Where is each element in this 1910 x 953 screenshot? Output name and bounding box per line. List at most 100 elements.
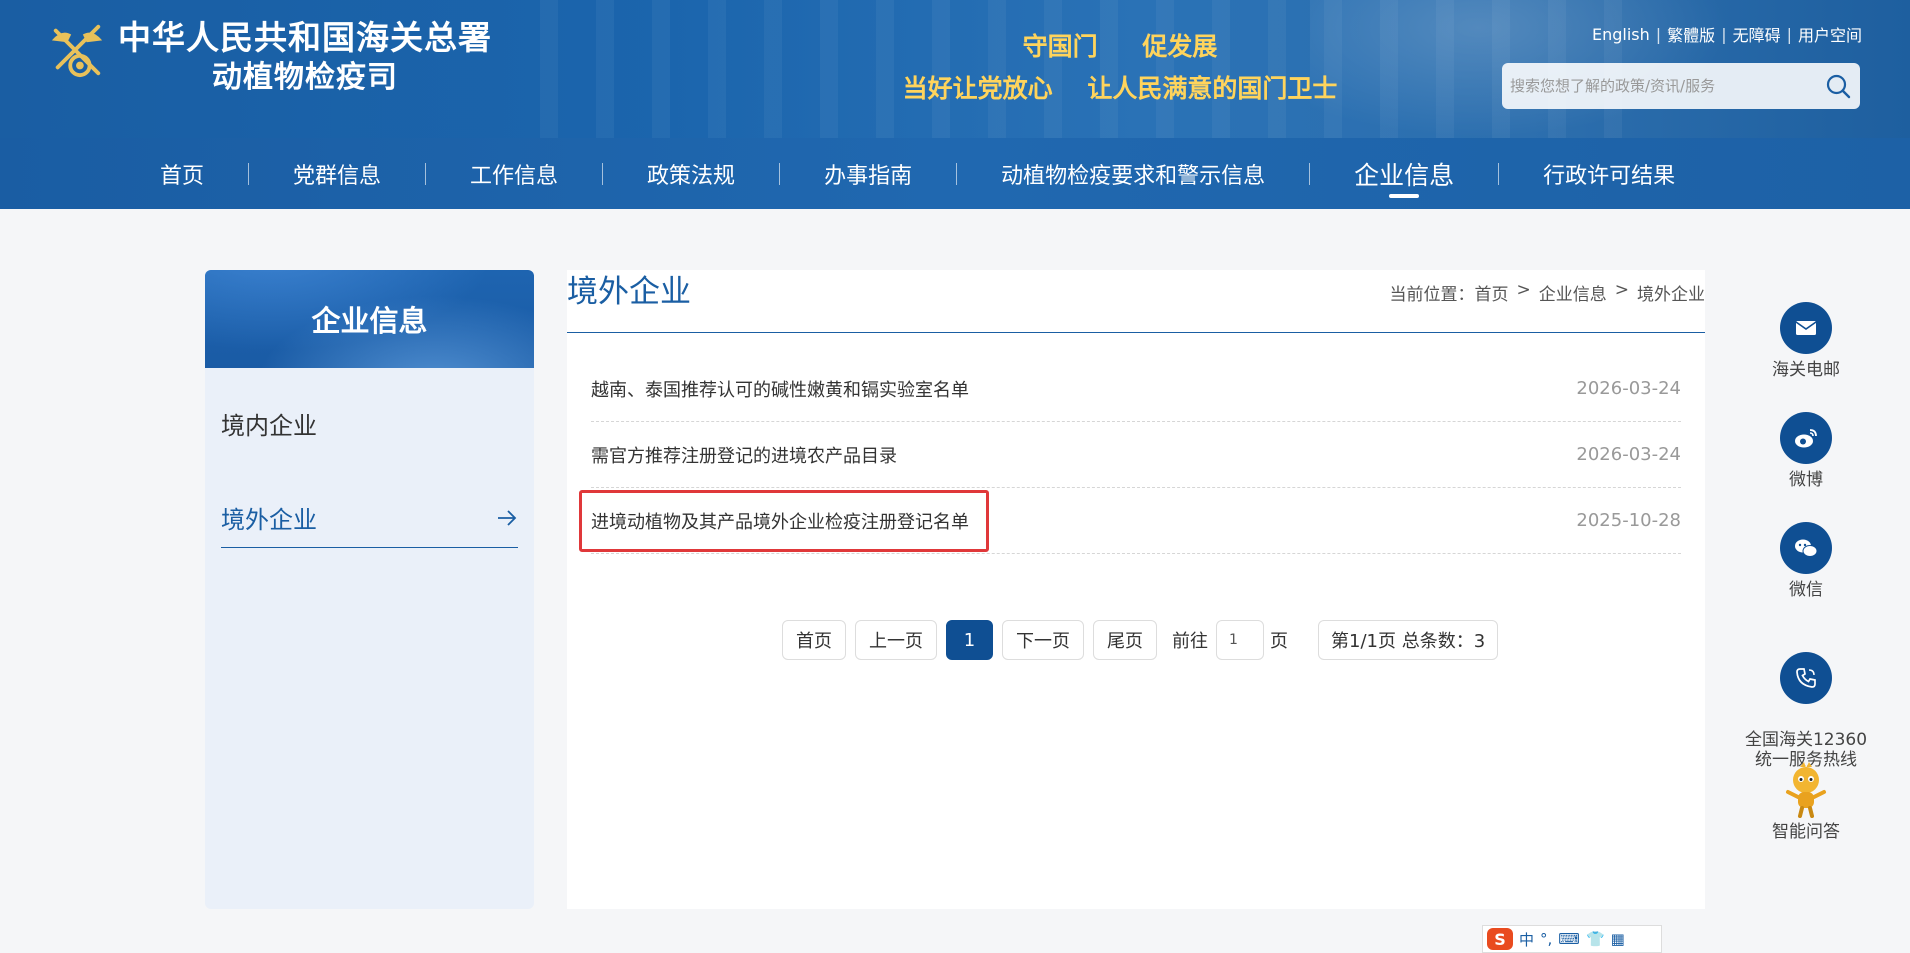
email-icon	[1780, 302, 1832, 354]
nav-divider	[1309, 162, 1311, 185]
list-item-date: 2026-03-24	[1576, 444, 1681, 465]
last-page-button[interactable]: 尾页	[1093, 620, 1157, 660]
prev-page-button[interactable]: 上一页	[855, 620, 937, 660]
link-separator: |	[1721, 24, 1727, 44]
nav-label: 工作信息	[470, 163, 559, 189]
arrow-right-icon	[498, 509, 517, 526]
float-label: 智能问答	[1772, 822, 1840, 842]
sidebar-title: 企业信息	[205, 270, 534, 368]
link-accessibility[interactable]: 无障碍	[1733, 22, 1781, 46]
next-page-button[interactable]: 下一页	[1002, 620, 1084, 660]
nav-divider	[248, 162, 250, 185]
keyboard-icon[interactable]: ⌨	[1558, 930, 1580, 948]
skin-icon[interactable]: 👕	[1586, 930, 1605, 948]
nav-item-policy[interactable]: 政策法规	[647, 138, 735, 209]
page-unit-label: 页	[1270, 631, 1288, 652]
list-item-highlighted[interactable]: 进境动植物及其产品境外企业检疫注册登记名单 2025-10-28	[579, 488, 1681, 554]
list-item-date: 2025-10-28	[1576, 510, 1681, 531]
sogou-logo-icon[interactable]: S	[1487, 928, 1513, 950]
float-email[interactable]: 海关电邮	[1738, 302, 1874, 380]
search-button[interactable]	[1816, 64, 1860, 108]
article-list: 越南、泰国推荐认可的碱性嫩黄和镉实验室名单 2026-03-24 需官方推荐注册…	[579, 356, 1681, 554]
ime-toolbar[interactable]: S 中 °, ⌨ 👕 ▦	[1482, 925, 1662, 953]
nav-item-enterprise[interactable]: 企业信息	[1354, 138, 1454, 209]
nav-list: 首页 党群信息 工作信息 政策法规 办事指南 动植物检疫要求和警示信息 企业信息…	[160, 138, 1675, 209]
sidebar-item-label: 境外企业	[221, 506, 317, 534]
page-title: 境外企业	[567, 274, 691, 310]
breadcrumb: 当前位置： 首页 > 企业信息 > 境外企业	[1390, 280, 1706, 305]
sidebar-item-overseas[interactable]: 境外企业	[221, 488, 518, 548]
goto-label: 前往	[1172, 631, 1208, 652]
slogan-part-d: 让人民满意的国门卫士	[1087, 74, 1338, 103]
nav-label: 党群信息	[293, 163, 382, 189]
breadcrumb-item-enterprise[interactable]: 企业信息	[1539, 280, 1607, 305]
nav-item-party[interactable]: 党群信息	[293, 138, 381, 209]
nav-item-license[interactable]: 行政许可结果	[1543, 138, 1675, 209]
sidebar-item-label: 境内企业	[221, 411, 317, 440]
nav-item-home[interactable]: 首页	[160, 138, 204, 209]
float-ai-assistant[interactable]: 智能问答	[1738, 762, 1874, 842]
float-wechat[interactable]: 微信	[1738, 522, 1874, 600]
list-item-title[interactable]: 进境动植物及其产品境外企业检疫注册登记名单	[579, 489, 989, 552]
nav-label: 政策法规	[647, 163, 736, 189]
nav-item-quarantine[interactable]: 动植物检疫要求和警示信息	[1001, 138, 1265, 209]
breadcrumb-item-home[interactable]: 首页	[1475, 280, 1509, 305]
nav-item-work[interactable]: 工作信息	[470, 138, 558, 209]
nav-label: 动植物检疫要求和警示信息	[1001, 163, 1266, 189]
search-box	[1502, 63, 1860, 109]
phone-icon	[1780, 652, 1832, 704]
link-traditional[interactable]: 繁體版	[1667, 22, 1715, 46]
list-item-date: 2026-03-24	[1576, 378, 1681, 399]
nav-divider	[779, 162, 781, 185]
ime-punctuation-icon[interactable]: °,	[1540, 930, 1552, 948]
float-weibo[interactable]: 微博	[1738, 412, 1874, 490]
slogan-part-a: 守国门	[1022, 32, 1098, 61]
goto-page-input[interactable]	[1216, 620, 1264, 660]
nav-divider	[602, 162, 604, 185]
link-user-space[interactable]: 用户空间	[1798, 22, 1862, 46]
nav-label: 首页	[160, 163, 205, 189]
nav-label: 行政许可结果	[1543, 163, 1676, 189]
list-item[interactable]: 需官方推荐注册登记的进境农产品目录 2026-03-24	[591, 422, 1681, 488]
sidebar-item-domestic[interactable]: 境内企业	[221, 393, 518, 453]
wechat-icon	[1780, 522, 1832, 574]
search-input[interactable]	[1502, 63, 1816, 109]
search-icon	[1826, 74, 1851, 99]
list-item-title[interactable]: 需官方推荐注册登记的进境农产品目录	[591, 442, 897, 468]
nav-item-guide[interactable]: 办事指南	[824, 138, 912, 209]
first-page-button[interactable]: 首页	[782, 620, 846, 660]
org-name-line2: 动植物检疫司	[212, 60, 398, 95]
slogan-line2: 当好让党放心 让人民满意的国门卫士	[840, 68, 1400, 110]
link-separator: |	[1786, 24, 1792, 44]
toolbox-icon[interactable]: ▦	[1611, 930, 1625, 948]
main-nav: 首页 党群信息 工作信息 政策法规 办事指南 动植物检疫要求和警示信息 企业信息…	[0, 138, 1910, 209]
org-name[interactable]: 中华人民共和国海关总署 动植物检疫司	[118, 18, 492, 98]
mascot-icon	[1778, 762, 1834, 818]
breadcrumb-item-current[interactable]: 境外企业	[1637, 280, 1705, 305]
top-links: English | 繁體版 | 无障碍 | 用户空间	[1592, 22, 1862, 46]
customs-emblem-icon[interactable]	[48, 20, 106, 80]
nav-label: 企业信息	[1354, 160, 1455, 190]
pagination: 首页 上一页 1 下一页 尾页 前往 页 第1/1页 总条数：3	[782, 620, 1499, 660]
weibo-icon	[1780, 412, 1832, 464]
nav-label: 办事指南	[824, 163, 913, 189]
site-header: 中华人民共和国海关总署 动植物检疫司 守国门 促发展 当好让党放心 让人民满意的…	[0, 0, 1910, 138]
current-page-button[interactable]: 1	[946, 620, 993, 660]
list-item[interactable]: 越南、泰国推荐认可的碱性嫩黄和镉实验室名单 2026-03-24	[591, 356, 1681, 422]
sidebar: 企业信息 境内企业 境外企业	[205, 270, 534, 909]
breadcrumb-separator: >	[1516, 280, 1531, 300]
nav-divider	[425, 162, 427, 185]
nav-divider	[956, 162, 958, 185]
title-divider	[567, 332, 1705, 333]
slogan-part-c: 当好让党放心	[902, 74, 1053, 103]
float-label: 微信	[1789, 580, 1823, 600]
float-hotline[interactable]: 全国海关12360 统一服务热线	[1738, 632, 1874, 770]
nav-divider	[1498, 162, 1500, 185]
slogan-part-b: 促发展	[1142, 32, 1218, 61]
link-english[interactable]: English	[1592, 25, 1650, 44]
slogan-line1: 守国门 促发展	[840, 26, 1400, 68]
list-item-title[interactable]: 越南、泰国推荐认可的碱性嫩黄和镉实验室名单	[591, 376, 969, 402]
ime-language[interactable]: 中	[1519, 929, 1534, 950]
float-label: 海关电邮	[1772, 360, 1840, 380]
slogan: 守国门 促发展 当好让党放心 让人民满意的国门卫士	[840, 26, 1400, 110]
